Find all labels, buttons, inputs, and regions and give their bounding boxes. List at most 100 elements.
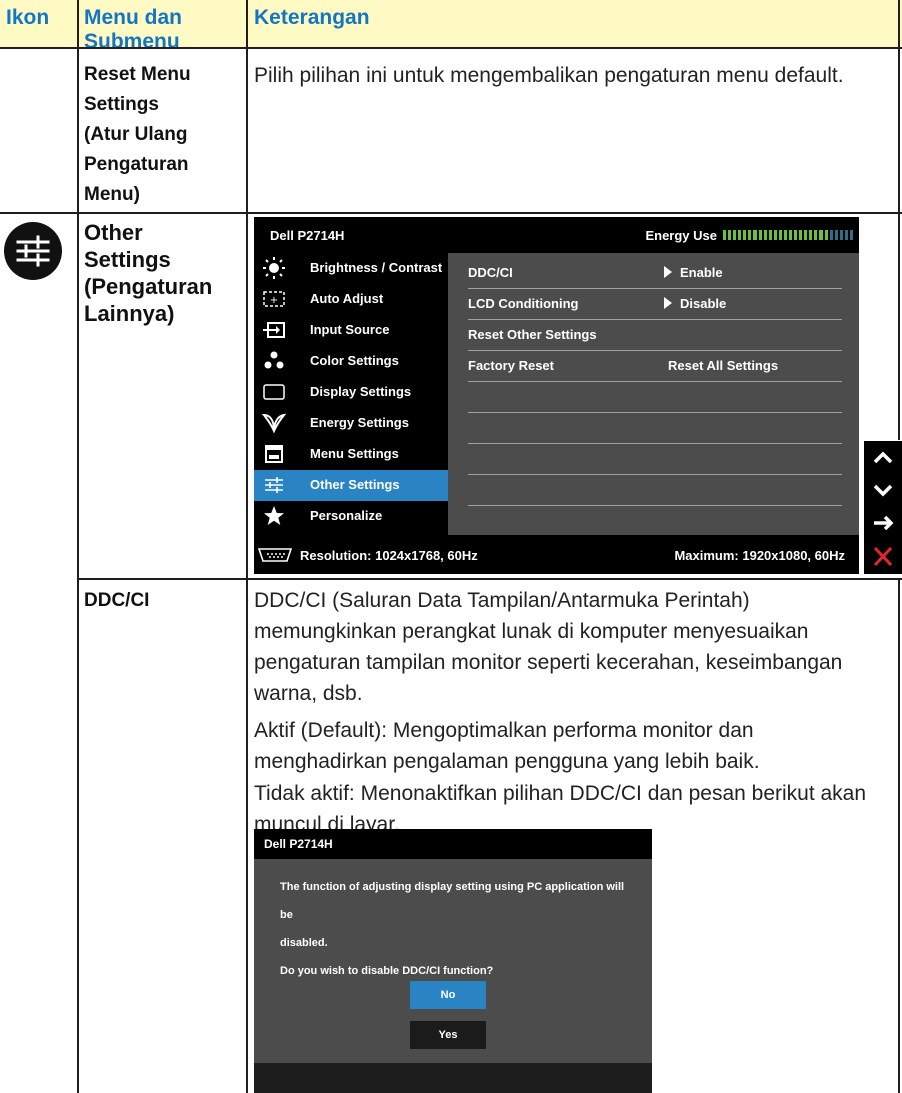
input-source-icon — [262, 319, 286, 341]
grid-hline — [0, 47, 902, 49]
osd-item-label: Input Source — [310, 322, 390, 337]
energy-segment — [768, 230, 772, 240]
display-settings-icon — [262, 381, 286, 403]
osd-item-label: Color Settings — [310, 353, 399, 368]
other-settings-icon — [262, 474, 286, 496]
brightness-icon — [262, 257, 286, 279]
osd-item-other-settings[interactable]: Other Settings — [254, 470, 448, 501]
grid-vline — [246, 0, 248, 1093]
osd-item-menu-settings[interactable]: Menu Settings — [254, 439, 448, 470]
osd-energy-label: Energy Use — [645, 228, 717, 243]
osd-empty-row — [468, 474, 842, 506]
energy-segment — [748, 230, 752, 240]
energy-segment — [758, 230, 762, 240]
osd-resolution: Resolution: 1024x1768, 60Hz — [300, 548, 478, 563]
energy-segment — [753, 230, 757, 240]
grid-vline — [898, 0, 900, 440]
dialog-yes-button[interactable]: Yes — [410, 1021, 486, 1049]
vga-connector-icon — [257, 546, 293, 564]
osd-setting-value: Enable — [664, 265, 723, 280]
menu-other-settings: Other Settings (Pengaturan Lainnya) — [84, 220, 213, 326]
osd-item-energy-settings[interactable]: Energy Settings — [254, 408, 448, 439]
osd-setting-factory-reset[interactable]: Factory Reset Reset All Settings — [468, 350, 842, 382]
desc-ddc-ci-para1: DDC/CI (Saluran Data Tampilan/Antarmuka … — [254, 589, 843, 705]
up-arrow-icon[interactable] — [864, 441, 902, 474]
energy-segment — [728, 230, 732, 240]
osd-item-label: Brightness / Contrast — [310, 260, 443, 275]
ddc-ci-dialog: Dell P2714H The function of adjusting di… — [254, 829, 652, 1093]
menu-ddc-ci: DDC/CI — [84, 590, 150, 611]
osd-item-label: Auto Adjust — [310, 291, 384, 306]
osd-item-label: Display Settings — [310, 384, 412, 399]
osd-item-input-source[interactable]: Input Source — [254, 315, 448, 346]
auto-adjust-icon: + — [262, 288, 286, 310]
osd-setting-reset-other[interactable]: Reset Other Settings — [468, 319, 842, 351]
osd-setting-ddc-ci[interactable]: DDC/CI Enable — [468, 257, 842, 289]
grid-vline — [898, 578, 900, 1093]
desc-ddc-ci-para2: Aktif (Default): Mengoptimalkan performa… — [254, 719, 760, 773]
osd-item-display-settings[interactable]: Display Settings — [254, 377, 448, 408]
energy-segment — [773, 230, 777, 240]
osd-empty-row — [468, 381, 842, 413]
osd-item-personalize[interactable]: Personalize — [254, 501, 448, 532]
grid-hline — [0, 212, 902, 214]
osd-setting-label: Factory Reset — [468, 358, 554, 373]
energy-segment — [743, 230, 747, 240]
energy-segment — [799, 230, 803, 240]
osd-nav-buttons — [864, 441, 902, 574]
energy-segment — [778, 230, 782, 240]
star-icon — [262, 505, 286, 527]
osd-item-label: Menu Settings — [310, 446, 399, 461]
osd-item-label: Energy Settings — [310, 415, 409, 430]
header-desc-col: Keterangan — [254, 6, 370, 29]
osd-setting-lcd-conditioning[interactable]: LCD Conditioning Disable — [468, 288, 842, 320]
osd-empty-row — [468, 505, 842, 536]
triangle-right-icon — [664, 297, 672, 309]
grid-hline — [77, 578, 902, 580]
osd-item-label: Personalize — [310, 508, 383, 523]
energy-segment — [819, 230, 823, 240]
energy-segment — [804, 230, 808, 240]
energy-segment — [849, 230, 854, 240]
energy-segment — [783, 230, 788, 240]
energy-segment — [839, 230, 843, 240]
osd-empty-row — [468, 412, 842, 444]
osd-footer: Resolution: 1024x1768, 60Hz Maximum: 192… — [254, 537, 859, 574]
osd-submenu-panel: DDC/CI Enable LCD Conditioning Disable R… — [448, 253, 859, 535]
dialog-title-bar: Dell P2714H — [254, 829, 652, 859]
osd-item-brightness-contrast[interactable]: Brightness / Contrast — [254, 253, 448, 284]
energy-segment — [824, 230, 828, 240]
sliders-icon — [4, 222, 62, 280]
osd-menu: Dell P2714H Energy Use Brightness / Cont… — [254, 217, 859, 574]
energy-segment — [794, 230, 798, 240]
close-icon[interactable] — [864, 540, 902, 573]
dialog-no-button[interactable]: No — [410, 981, 486, 1009]
menu-reset-menu-settings: Reset Menu Settings (Atur Ulang Pengatur… — [84, 64, 191, 205]
dialog-title: Dell P2714H — [264, 837, 333, 851]
osd-title: Dell P2714H — [270, 228, 345, 243]
energy-segment — [814, 230, 818, 240]
energy-segment — [733, 230, 737, 240]
osd-empty-row — [468, 443, 842, 475]
osd-item-auto-adjust[interactable]: + Auto Adjust — [254, 284, 448, 315]
energy-segment — [723, 230, 727, 240]
osd-setting-label: LCD Conditioning — [468, 296, 579, 311]
osd-main-menu: Brightness / Contrast + Auto Adjust Inpu… — [254, 253, 448, 533]
svg-text:+: + — [270, 295, 278, 306]
grid-vline — [77, 0, 79, 1093]
osd-maximum: Maximum: 1920x1080, 60Hz — [674, 548, 845, 563]
header-icon-col: Ikon — [6, 6, 50, 29]
osd-setting-label: Reset Other Settings — [468, 327, 597, 342]
osd-setting-value: Disable — [664, 296, 726, 311]
osd-setting-label: DDC/CI — [468, 265, 513, 280]
osd-item-color-settings[interactable]: Color Settings — [254, 346, 448, 377]
energy-settings-icon — [261, 412, 287, 434]
triangle-right-icon — [664, 266, 672, 278]
osd-setting-value: Reset All Settings — [668, 358, 779, 373]
energy-segment — [844, 230, 848, 240]
right-arrow-icon[interactable] — [864, 507, 902, 540]
energy-segment — [738, 230, 742, 240]
down-arrow-icon[interactable] — [864, 474, 902, 507]
menu-settings-icon — [262, 443, 286, 465]
energy-segment — [789, 230, 793, 240]
